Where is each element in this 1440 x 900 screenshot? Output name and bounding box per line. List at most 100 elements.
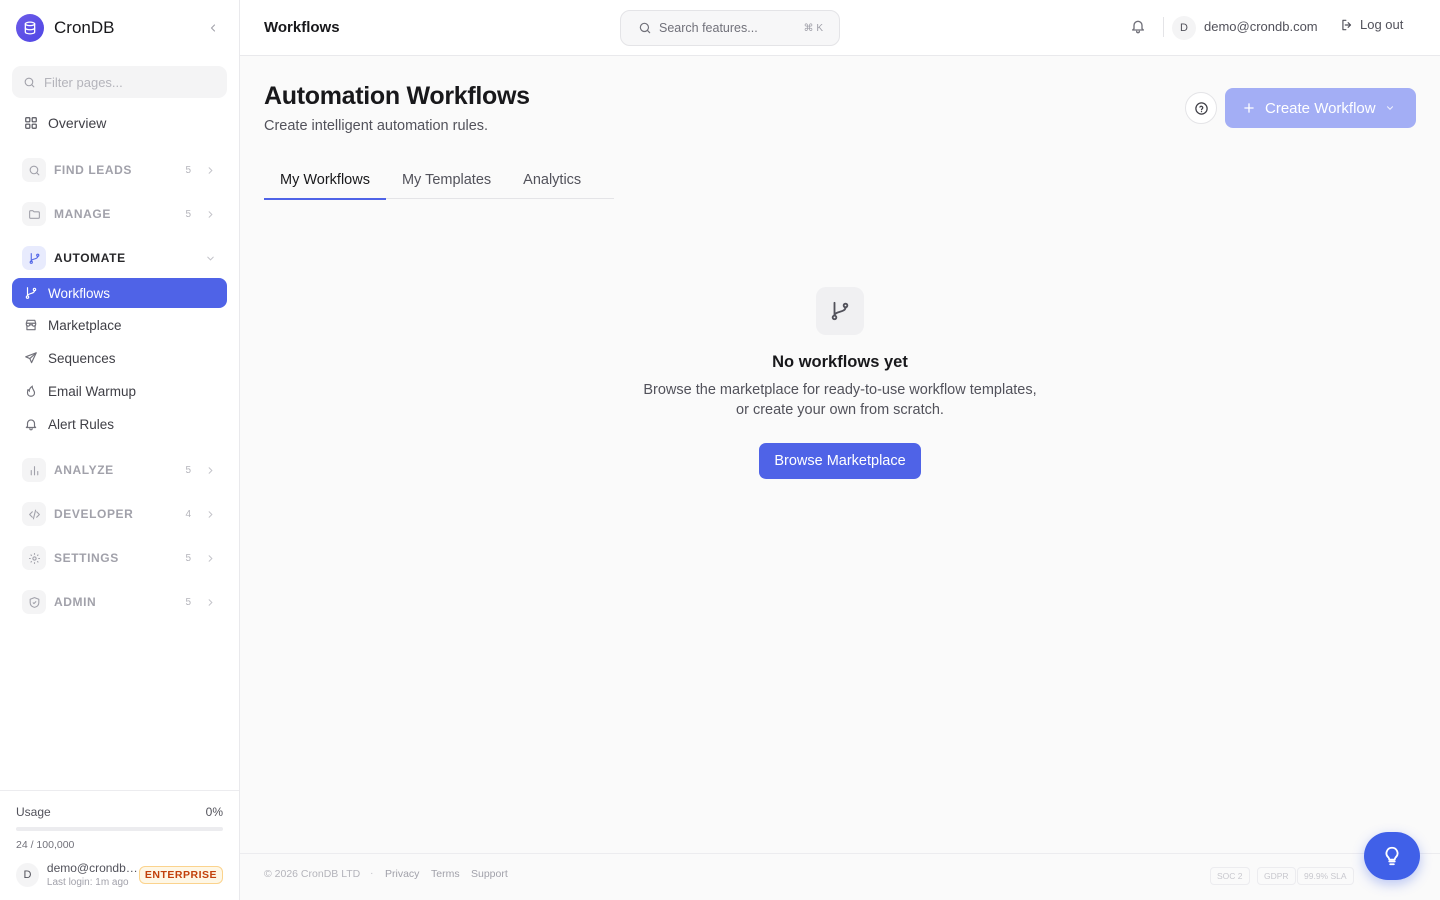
flame-icon: [26, 385, 36, 397]
page-title: Automation Workflows: [264, 82, 530, 110]
git-branch-icon: [22, 246, 46, 270]
gear-icon: [22, 546, 46, 570]
chevron-right-icon: [199, 597, 221, 608]
sidebar-group-manage[interactable]: MANAGE 5: [12, 197, 227, 231]
sidebar-item-label: Marketplace: [48, 317, 122, 333]
footer-separator: ·: [370, 867, 374, 879]
send-icon: [25, 352, 37, 364]
create-workflow-button[interactable]: Create Workflow: [1225, 88, 1416, 128]
group-count: 5: [185, 596, 191, 608]
empty-state-icon: [816, 287, 864, 335]
divider: [1163, 17, 1164, 37]
sidebar-item-sequences[interactable]: Sequences: [12, 343, 227, 373]
footer-link-terms[interactable]: Terms: [431, 868, 460, 880]
database-logo-icon: [16, 14, 44, 42]
sidebar-item-alert-rules[interactable]: Alert Rules: [12, 409, 227, 439]
search-icon: [24, 77, 35, 87]
chevron-down-icon: [199, 253, 221, 264]
logout-button[interactable]: Log out: [1340, 17, 1403, 32]
group-count: 5: [185, 552, 191, 564]
bell-icon: [1132, 20, 1144, 34]
store-icon: [25, 319, 37, 331]
avatar: D: [16, 862, 39, 887]
sidebar-item-label: Sequences: [48, 350, 116, 366]
group-label: SETTINGS: [54, 551, 119, 565]
sidebar-item-marketplace[interactable]: Marketplace: [12, 310, 227, 340]
code-icon: [22, 502, 46, 526]
copyright: © 2026 CronDB LTD: [264, 868, 361, 880]
sidebar-group-analyze[interactable]: ANALYZE 5: [12, 453, 227, 487]
app-name: CronDB: [54, 18, 115, 37]
compliance-badge-gdpr: GDPR: [1257, 867, 1296, 885]
search-icon: [22, 158, 46, 182]
brand: CronDB: [0, 0, 239, 56]
sidebar-group-settings[interactable]: SETTINGS 5: [12, 541, 227, 575]
footer-link-support[interactable]: Support: [471, 868, 508, 880]
sidebar-item-workflows[interactable]: Workflows: [12, 278, 227, 308]
sidebar-group-developer[interactable]: DEVELOPER 4: [12, 497, 227, 531]
tab-analytics[interactable]: Analytics: [507, 160, 597, 199]
sidebar-item-email-warmup[interactable]: Email Warmup: [12, 376, 227, 406]
plus-icon: [1244, 103, 1254, 113]
search-shortcut: ⌘ K: [803, 22, 823, 34]
tips-fab-button[interactable]: [1364, 832, 1420, 880]
sidebar-group-find-leads[interactable]: FIND LEADS 5: [12, 153, 227, 187]
filter-pages-input[interactable]: [44, 74, 204, 90]
plan-badge: ENTERPRISE: [138, 865, 223, 884]
folder-icon: [22, 202, 46, 226]
feature-search-input[interactable]: [659, 21, 799, 35]
sidebar-item-label: Overview: [48, 115, 107, 131]
user-card[interactable]: D demo@crondb.com Last login: 1m ago ENT…: [16, 861, 223, 888]
sidebar-item-overview[interactable]: Overview: [12, 108, 227, 138]
group-label: MANAGE: [54, 207, 111, 221]
usage-progress-bar: [16, 827, 223, 831]
avatar[interactable]: D: [1172, 16, 1196, 40]
group-label: DEVELOPER: [54, 507, 134, 521]
user-email[interactable]: demo@crondb.com: [1204, 19, 1318, 34]
sidebar-group-admin[interactable]: ADMIN 5: [12, 585, 227, 619]
empty-state-description: Browse the marketplace for ready-to-use …: [643, 382, 1037, 418]
tab-my-workflows[interactable]: My Workflows: [264, 160, 386, 200]
user-email: demo@crondb.com: [46, 861, 139, 875]
browse-marketplace-button[interactable]: Browse Marketplace: [759, 443, 921, 479]
sidebar-group-automate[interactable]: AUTOMATE: [12, 241, 227, 275]
group-label: ADMIN: [54, 595, 97, 609]
usage-label: Usage: [16, 805, 51, 819]
shield-icon: [22, 590, 46, 614]
create-workflow-label: Create Workflow: [1265, 99, 1376, 117]
group-label: FIND LEADS: [54, 163, 132, 177]
git-branch-icon: [831, 301, 849, 321]
chevron-right-icon: [199, 509, 221, 520]
bell-icon: [25, 419, 37, 431]
empty-state-title: No workflows yet: [772, 353, 908, 371]
collapse-sidebar-button[interactable]: [203, 18, 223, 38]
compliance-badge-soc2: SOC 2: [1210, 867, 1250, 885]
feature-search-field[interactable]: ⌘ K: [620, 10, 840, 46]
help-circle-icon: [1194, 101, 1208, 115]
footer-link-privacy[interactable]: Privacy: [385, 868, 419, 880]
chevron-right-icon: [199, 553, 221, 564]
usage-percent: 0%: [205, 805, 223, 819]
filter-pages-field[interactable]: [12, 66, 227, 98]
last-login: Last login: 1m ago: [46, 877, 129, 888]
topbar: Workflows ⌘ K D demo@crondb.com Log out: [240, 0, 1440, 56]
sidebar-item-label: Email Warmup: [48, 383, 137, 399]
usage-panel: Usage 0% 24 / 100,000 D demo@crondb.com …: [0, 790, 239, 900]
group-count: 5: [185, 464, 191, 476]
chevron-right-icon: [199, 465, 221, 476]
chevron-left-icon: [210, 24, 216, 32]
lightbulb-icon: [1385, 846, 1399, 866]
bar-chart-icon: [22, 458, 46, 482]
help-button[interactable]: [1185, 92, 1217, 124]
tab-my-templates[interactable]: My Templates: [386, 160, 507, 199]
logout-icon: [1342, 19, 1352, 30]
logout-label: Log out: [1360, 17, 1404, 32]
git-branch-icon: [25, 287, 37, 299]
usage-count: 24 / 100,000: [16, 839, 75, 851]
sidebar-item-label: Workflows: [48, 285, 111, 301]
chevron-down-icon: [1386, 106, 1393, 110]
notifications-button[interactable]: [1130, 18, 1146, 34]
group-count: 5: [185, 164, 191, 176]
group-count: 5: [185, 208, 191, 220]
sidebar-item-label: Alert Rules: [48, 416, 115, 432]
